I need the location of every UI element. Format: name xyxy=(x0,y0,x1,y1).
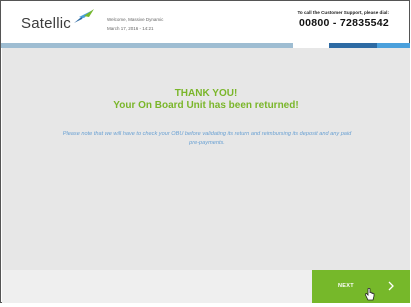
support-block: To call the Customer Support, please dia… xyxy=(297,10,389,29)
satellic-logo-icon xyxy=(73,8,95,30)
content-panel: THANK YOU! Your On Board Unit has been r… xyxy=(2,48,410,270)
app-window: Satellic Welcome, Massive Dynamic March … xyxy=(0,0,410,303)
header: Satellic Welcome, Massive Dynamic March … xyxy=(1,1,409,43)
obu-check-note: Please note that we will have to check y… xyxy=(62,131,352,146)
confirmation-heading: THANK YOU! Your On Board Unit has been r… xyxy=(2,88,410,112)
date-text: March 17, 2016 - 14:21 xyxy=(107,26,154,31)
thanks-title: THANK YOU! xyxy=(174,88,238,99)
support-label: To call the Customer Support, please dia… xyxy=(297,10,389,15)
logo-text: Satellic xyxy=(21,15,71,32)
next-button-label: NEXT xyxy=(338,283,354,289)
chevron-right-icon xyxy=(387,280,395,294)
welcome-block: Welcome, Massive Dynamic March 17, 2016 … xyxy=(107,15,163,33)
hand-cursor-icon xyxy=(364,287,375,307)
welcome-text: Welcome, Massive Dynamic xyxy=(107,17,164,22)
returned-message: Your On Board Unit has been returned! xyxy=(113,100,299,111)
next-button[interactable]: NEXT xyxy=(312,270,410,303)
support-phone: 00800 - 72835542 xyxy=(298,17,389,29)
satellic-logo: Satellic xyxy=(21,8,95,32)
